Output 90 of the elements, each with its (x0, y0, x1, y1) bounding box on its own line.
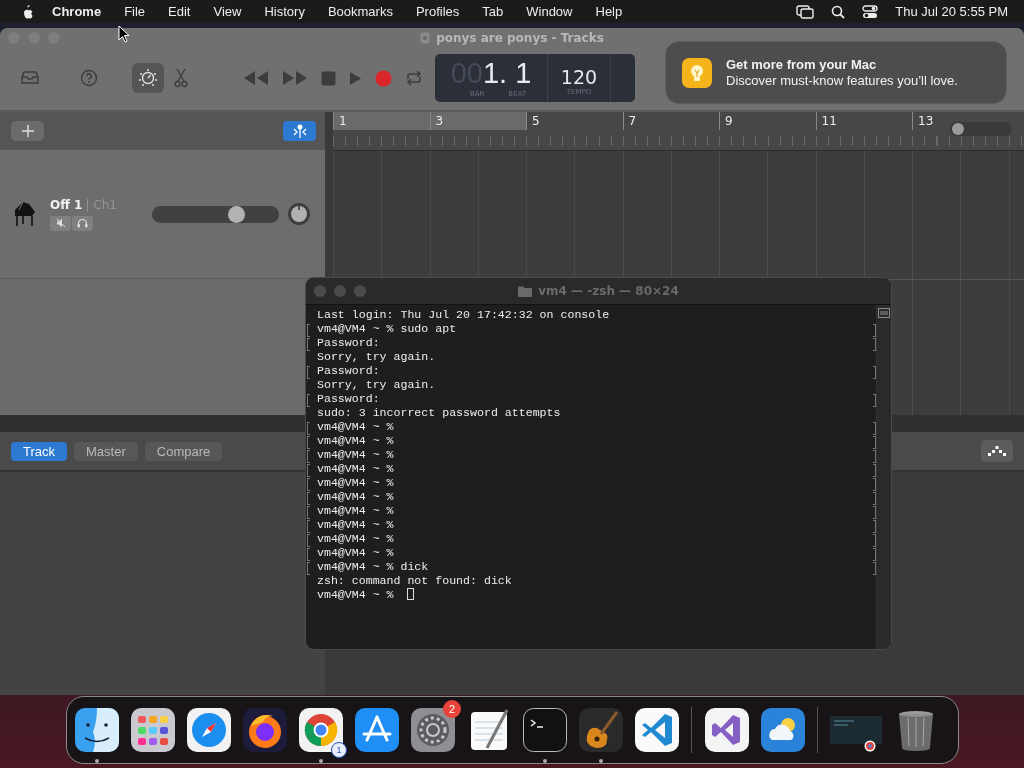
terminal-line: vm4@VM4 ~ % (316, 518, 394, 531)
knob-icon (138, 68, 158, 88)
mute-button[interactable] (50, 215, 71, 231)
launchpad-icon[interactable] (130, 708, 175, 752)
search-icon[interactable] (831, 4, 846, 19)
inbox-icon (20, 70, 40, 86)
track-name: Off 1 (50, 197, 83, 212)
bar-number: 7 (622, 112, 719, 130)
bar-number: 1 (333, 112, 430, 130)
lcd-position: 1. 1 (482, 57, 532, 89)
windows-icon[interactable] (796, 4, 815, 19)
pan-knob[interactable] (287, 202, 311, 226)
menu-item[interactable]: Tab (482, 4, 504, 19)
chrome-icon[interactable] (298, 708, 343, 752)
terminal-line: vm4@VM4 ~ % (316, 532, 394, 545)
terminal-line: vm4@VM4 ~ % (316, 420, 394, 433)
terminal-window[interactable] (305, 277, 892, 650)
terminal-line: vm4@VM4 ~ % (316, 546, 394, 559)
bar-number: 9 (719, 112, 816, 130)
menu-app-name[interactable]: Chrome (52, 4, 102, 19)
lightbulb-icon (682, 57, 712, 88)
ide-icon[interactable] (704, 708, 749, 752)
headphones-icon (77, 218, 88, 228)
bar-number: 11 (815, 112, 912, 130)
plus-icon (21, 125, 34, 137)
notification-badge: 1 (331, 742, 347, 758)
terminal-line: Sorry, try again. (316, 378, 436, 391)
menu-item[interactable]: File (124, 4, 146, 19)
zoom-slider[interactable] (950, 122, 1012, 136)
menu-item[interactable]: History (264, 4, 305, 19)
terminal-line: vm4@VM4 ~ % (316, 504, 394, 517)
lcd-tempo: 120 (560, 66, 598, 88)
bar-number: 3 (429, 112, 526, 130)
menu-item[interactable]: View (213, 4, 242, 19)
menu-item[interactable]: Edit (168, 4, 191, 19)
add-track-button[interactable] (11, 121, 44, 141)
smart-controls-tab[interactable]: Track (11, 441, 68, 461)
terminal-line: Sorry, try again. (316, 350, 436, 363)
terminal-line: vm4@VM4 ~ % dick (316, 560, 429, 573)
menu-item[interactable]: Window (526, 4, 573, 19)
notification-banner[interactable]: Get more from your Mac Discover must-know features you’ll love. (665, 41, 1007, 104)
terminal-line: vm4@VM4 ~ % (316, 476, 394, 489)
control-center-icon[interactable] (862, 4, 879, 19)
terminal-line: vm4@VM4 ~ % sudo apt (316, 322, 457, 335)
terminal-line: Password: (316, 392, 380, 405)
terminal-line: Last login: Thu Jul 20 17:42:32 on console (316, 308, 610, 321)
terminal-line: vm4@VM4 ~ % (316, 434, 394, 447)
window-title: ponys are ponys - Tracks (436, 31, 604, 45)
terminal-line: Password: (316, 364, 380, 377)
code-editor-icon[interactable] (634, 708, 679, 752)
compass-icon[interactable] (186, 708, 231, 752)
smart-controls-tab[interactable]: Compare (144, 441, 223, 461)
volume-slider[interactable] (152, 205, 279, 223)
weather-icon[interactable] (760, 708, 805, 752)
piano-icon (12, 200, 38, 228)
terminal-line: vm4@VM4 ~ % (316, 448, 394, 461)
terminal-line: vm4@VM4 ~ % (316, 462, 394, 475)
terminal-title: vm4 — -zsh — 80×24 (538, 284, 679, 298)
finder-icon[interactable] (74, 708, 119, 752)
solo-button[interactable] (72, 215, 93, 231)
notification-body: Discover must-know features you’ll love. (726, 72, 958, 89)
app-store-icon[interactable] (354, 708, 399, 752)
firefox-icon[interactable] (242, 708, 287, 752)
smart-controls-tab[interactable]: Master (74, 441, 138, 461)
editor-button[interactable] (981, 440, 1013, 462)
bar-number: 5 (526, 112, 623, 130)
menu-item[interactable]: Profiles (415, 4, 460, 19)
terminal-line: Password: (316, 336, 380, 349)
guitar-icon[interactable] (578, 708, 623, 752)
terminal-line: vm4@VM4 ~ % (316, 588, 394, 601)
menu-item[interactable]: Bookmarks (327, 4, 393, 19)
smart-controls-button[interactable] (132, 63, 164, 93)
terminal-line: sudo: 3 incorrect password attempts (316, 406, 561, 419)
terminal-icon[interactable] (522, 708, 567, 752)
notification-badge: 2 (443, 700, 461, 718)
help-icon (80, 69, 98, 87)
terminal-line: zsh: command not found: dick (316, 574, 512, 587)
document-icon (420, 32, 431, 44)
menu-item[interactable]: Help (595, 4, 623, 19)
dots-icon (987, 445, 1007, 457)
folder-icon (518, 285, 533, 297)
cursor-icon (118, 25, 130, 43)
scissors-icon (174, 68, 188, 88)
speaker-muted-icon (55, 218, 66, 228)
catch-playhead-button[interactable] (283, 121, 316, 141)
menu-clock[interactable]: Thu Jul 20 5:55 PM (895, 4, 1008, 19)
terminal-line: vm4@VM4 ~ % (316, 490, 394, 503)
notification-title: Get more from your Mac (726, 56, 878, 73)
timeline-ruler[interactable]: 1 3 5 7 9 11 13 (333, 112, 1024, 151)
split-pane-icon[interactable] (878, 308, 890, 318)
